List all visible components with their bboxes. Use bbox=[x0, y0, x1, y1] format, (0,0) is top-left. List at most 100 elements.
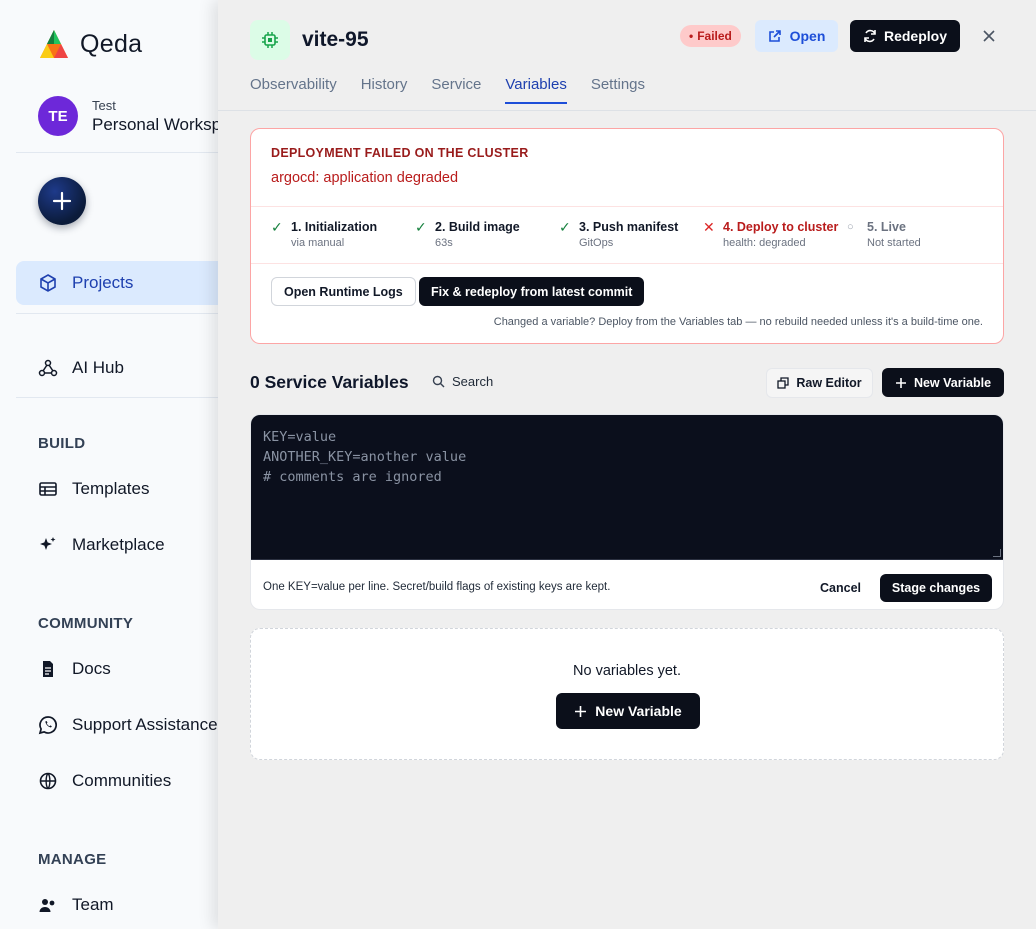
step-subtitle: via manual bbox=[291, 237, 345, 249]
deployment-error-card: DEPLOYMENT FAILED ON THE CLUSTER argocd:… bbox=[250, 128, 1004, 344]
pipeline-step: ✓ 3. Push manifest GitOps bbox=[559, 219, 679, 250]
avatar: TE bbox=[38, 96, 78, 136]
placeholder-line: ANOTHER_KEY=another value bbox=[263, 449, 467, 465]
tab-settings[interactable]: Settings bbox=[591, 76, 645, 104]
document-icon bbox=[43, 661, 53, 677]
fix-redeploy-button[interactable]: Fix & redeploy from latest commit bbox=[419, 277, 645, 306]
check-icon: ✓ bbox=[271, 219, 283, 235]
plus-icon bbox=[895, 377, 906, 388]
divider bbox=[16, 152, 218, 153]
copy-icon bbox=[777, 377, 789, 389]
pipeline-step: ✓ 1. Initialization via manual bbox=[271, 219, 378, 250]
step-subtitle: 63s bbox=[435, 237, 453, 249]
empty-new-variable-label: New Variable bbox=[595, 703, 682, 719]
sidebar-item-label: Templates bbox=[72, 479, 150, 498]
sidebar: Qeda TE Test Personal Workspace Projects… bbox=[0, 0, 218, 929]
workspace-switcher[interactable]: TE Test Personal Workspace bbox=[38, 96, 218, 136]
tab-service[interactable]: Service bbox=[431, 76, 481, 104]
new-variable-label: New Variable bbox=[913, 375, 992, 390]
step-title: 2. Build image bbox=[435, 220, 520, 234]
cancel-button[interactable]: Cancel bbox=[808, 574, 873, 602]
workspace-name: Personal Workspace bbox=[92, 114, 218, 134]
check-icon: ✓ bbox=[559, 219, 571, 235]
divider bbox=[16, 397, 218, 398]
divider bbox=[251, 263, 1003, 264]
status-label: Failed bbox=[697, 29, 732, 43]
empty-state: No variables yet. New Variable bbox=[250, 628, 1004, 760]
service-title: vite-95 bbox=[302, 28, 369, 51]
close-button[interactable] bbox=[978, 25, 1000, 47]
brand-logo[interactable]: Qeda bbox=[38, 28, 142, 60]
sidebar-item-support[interactable]: Support Assistance bbox=[16, 703, 218, 747]
redeploy-button[interactable]: Redeploy bbox=[850, 20, 960, 52]
step-title: 4. Deploy to cluster bbox=[723, 220, 839, 234]
sidebar-item-label: Projects bbox=[72, 273, 134, 292]
sidebar-item-label: Support Assistance bbox=[72, 715, 218, 734]
service-drawer: vite-95 • Failed Open Redeploy Observabi… bbox=[218, 0, 1036, 929]
stage-changes-button[interactable]: Stage changes bbox=[880, 574, 992, 602]
sidebar-item-ai-hub[interactable]: AI Hub bbox=[16, 346, 218, 390]
open-button-label: Open bbox=[789, 28, 826, 44]
pending-circle-icon: ○ bbox=[847, 221, 854, 233]
refresh-icon bbox=[864, 29, 876, 43]
error-title: DEPLOYMENT FAILED ON THE CLUSTER bbox=[271, 146, 529, 160]
new-variable-button[interactable]: New Variable bbox=[882, 368, 1004, 397]
webhook-icon bbox=[38, 359, 58, 377]
sidebar-item-templates[interactable]: Templates bbox=[16, 467, 218, 511]
status-dot-icon: • bbox=[689, 29, 694, 43]
sidebar-item-docs[interactable]: Docs bbox=[16, 647, 218, 691]
sidebar-item-marketplace[interactable]: Marketplace bbox=[16, 523, 218, 567]
open-runtime-logs-button[interactable]: Open Runtime Logs bbox=[271, 277, 416, 306]
tab-observability[interactable]: Observability bbox=[250, 76, 337, 104]
raw-editor-label: Raw Editor bbox=[796, 376, 862, 390]
raw-editor-textarea[interactable]: KEY=value ANOTHER_KEY=another value # co… bbox=[251, 415, 1003, 560]
sidebar-item-label: Marketplace bbox=[72, 535, 165, 554]
globe-icon bbox=[39, 772, 57, 790]
status-badge: • Failed bbox=[680, 25, 741, 47]
step-title: 3. Push manifest bbox=[579, 220, 679, 234]
plus-icon bbox=[575, 705, 587, 717]
raw-variable-editor: KEY=value ANOTHER_KEY=another value # co… bbox=[250, 414, 1004, 610]
section-label-manage: MANAGE bbox=[38, 851, 107, 868]
sidebar-item-projects[interactable]: Projects bbox=[16, 261, 218, 305]
section-label-build: BUILD bbox=[38, 435, 86, 452]
open-button[interactable]: Open bbox=[755, 20, 838, 52]
resize-handle[interactable] bbox=[993, 549, 1001, 557]
create-button[interactable] bbox=[38, 177, 86, 225]
redeploy-button-label: Redeploy bbox=[883, 28, 947, 44]
step-title: 1. Initialization bbox=[291, 220, 378, 234]
empty-state-text: No variables yet. bbox=[573, 663, 681, 679]
variables-search[interactable]: Search bbox=[432, 374, 493, 389]
pipeline-step: ✓ 2. Build image 63s bbox=[415, 220, 520, 250]
tab-history[interactable]: History bbox=[361, 76, 408, 104]
cross-icon: ✕ bbox=[703, 219, 715, 235]
divider bbox=[251, 206, 1003, 207]
step-title: 5. Live bbox=[867, 220, 906, 234]
close-icon bbox=[983, 30, 995, 42]
sparkles-icon bbox=[40, 537, 56, 550]
sidebar-item-label: Team bbox=[72, 895, 114, 914]
step-subtitle: Not started bbox=[867, 237, 921, 249]
whatsapp-icon bbox=[38, 716, 57, 735]
error-message: argocd: application degraded bbox=[271, 170, 459, 186]
pipeline-step-failed: ✕ 4. Deploy to cluster health: degraded bbox=[703, 219, 839, 250]
sidebar-item-label: Docs bbox=[72, 659, 111, 678]
table-icon bbox=[39, 482, 57, 496]
editor-hint: One KEY=value per line. Secret/build fla… bbox=[263, 581, 611, 593]
sidebar-item-team[interactable]: Team bbox=[16, 883, 218, 927]
step-subtitle: GitOps bbox=[579, 237, 614, 249]
divider bbox=[16, 313, 218, 314]
plus-icon bbox=[52, 191, 72, 211]
raw-editor-button[interactable]: Raw Editor bbox=[766, 368, 873, 398]
tab-bar: Observability History Service Variables … bbox=[250, 76, 645, 104]
tab-variables[interactable]: Variables bbox=[505, 76, 567, 104]
step-subtitle: health: degraded bbox=[723, 237, 806, 249]
empty-new-variable-button[interactable]: New Variable bbox=[556, 693, 700, 729]
app-name: Qeda bbox=[80, 29, 143, 58]
placeholder-line: # comments are ignored bbox=[263, 469, 442, 485]
sidebar-item-communities[interactable]: Communities bbox=[16, 759, 218, 803]
error-hint: Changed a variable? Deploy from the Vari… bbox=[493, 316, 983, 328]
workspace-label: Test bbox=[92, 97, 116, 113]
divider bbox=[218, 110, 1036, 111]
section-label-community: COMMUNITY bbox=[38, 615, 134, 632]
